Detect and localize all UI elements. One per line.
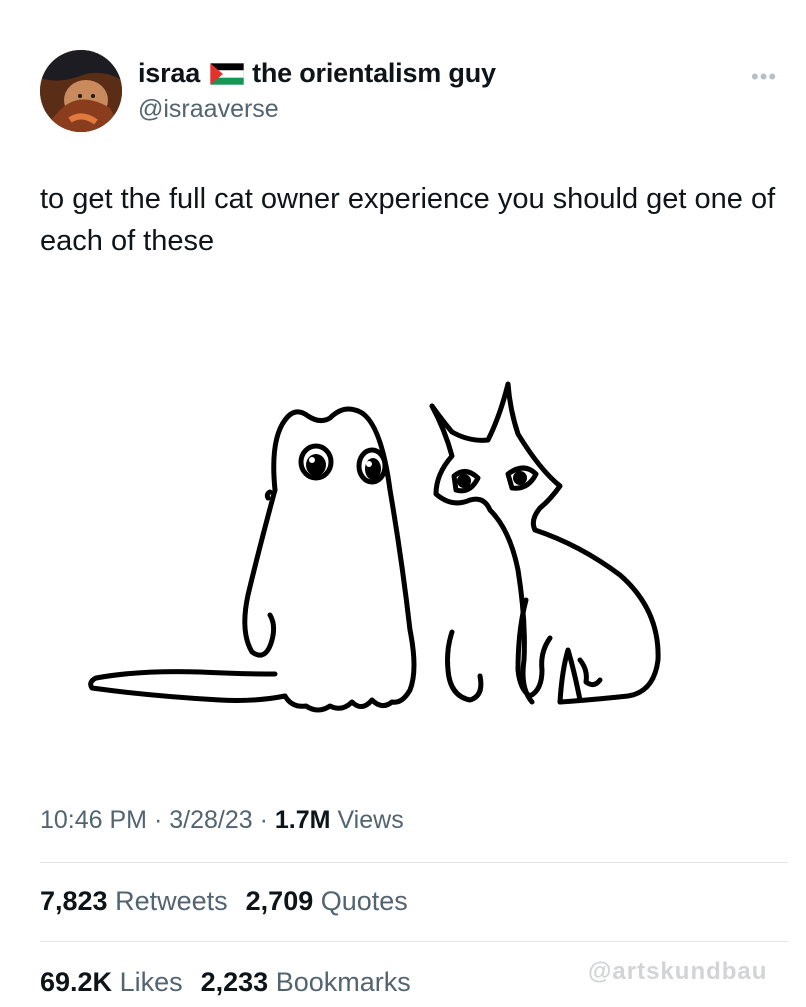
retweets-stat[interactable]: 7,823 Retweets <box>40 886 228 916</box>
tweet-date[interactable]: 3/28/23 <box>169 806 252 834</box>
retweet-quote-stats: 7,823 Retweets 2,709 Quotes <box>40 886 408 917</box>
display-name-suffix[interactable]: the orientalism guy <box>252 58 496 89</box>
likes-count: 69.2K <box>40 967 113 997</box>
divider <box>40 862 788 863</box>
quotes-stat[interactable]: 2,709 Quotes <box>246 886 408 916</box>
meta-separator: · <box>153 806 163 834</box>
likes-bookmarks-stats: 69.2K Likes 2,233 Bookmarks <box>40 967 411 998</box>
display-name-row[interactable]: israa the orientalism guy <box>138 58 496 89</box>
user-handle[interactable]: @israaverse <box>138 95 279 124</box>
bookmarks-stat[interactable]: 2,233 Bookmarks <box>201 967 411 997</box>
avatar-image <box>40 50 122 132</box>
watermark: @artskundbau <box>588 958 768 985</box>
quotes-label: Quotes <box>320 886 408 916</box>
views-label: Views <box>337 806 404 834</box>
likes-label: Likes <box>119 967 183 997</box>
retweets-count: 7,823 <box>40 886 108 916</box>
likes-stat[interactable]: 69.2K Likes <box>40 967 183 997</box>
display-name[interactable]: israa <box>138 58 200 89</box>
two-cats-doodle <box>88 381 661 713</box>
bookmarks-count: 2,233 <box>200 967 269 997</box>
retweets-label: Retweets <box>115 886 228 916</box>
divider <box>40 941 788 942</box>
more-dots-icon[interactable]: ••• <box>751 64 777 90</box>
meta-separator: · <box>259 806 268 834</box>
tweet-time[interactable]: 10:46 PM <box>40 806 147 834</box>
views-count: 1.7M <box>274 806 331 834</box>
avatar[interactable] <box>40 50 122 132</box>
tweet-meta: 10:46 PM · 3/28/23 · 1.7M Views <box>40 806 404 835</box>
tweet-text: to get the full cat owner experience you… <box>40 183 776 257</box>
bookmarks-label: Bookmarks <box>275 967 411 997</box>
palestine-flag-icon <box>210 62 245 85</box>
quotes-count: 2,709 <box>245 886 314 916</box>
